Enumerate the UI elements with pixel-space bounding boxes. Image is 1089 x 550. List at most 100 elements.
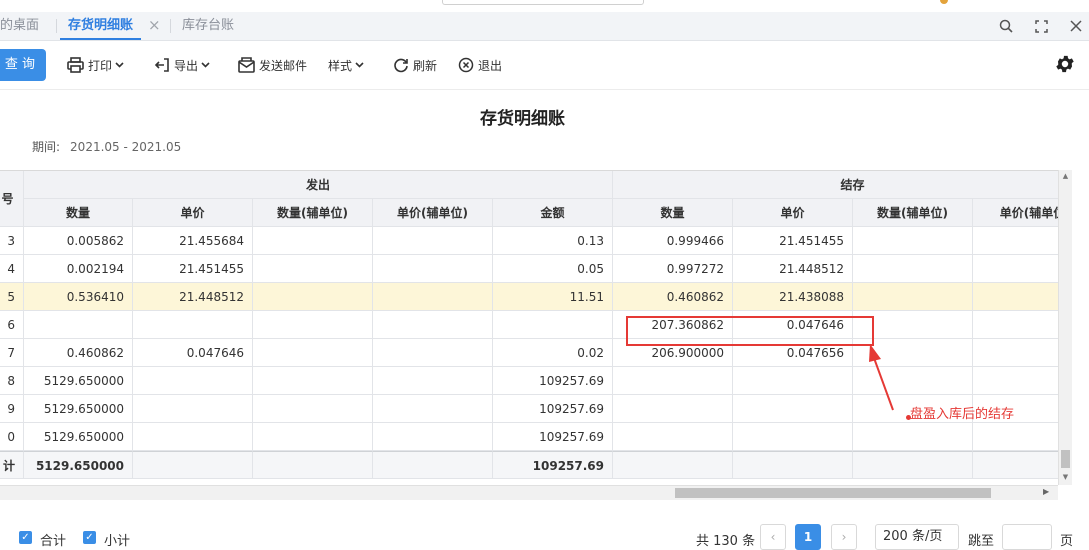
- table-cell[interactable]: [253, 227, 373, 255]
- table-cell[interactable]: [973, 255, 1058, 283]
- table-cell[interactable]: [133, 311, 253, 339]
- refresh-button[interactable]: 刷新: [393, 55, 437, 75]
- table-cell[interactable]: [973, 311, 1058, 339]
- send-mail-button[interactable]: 发送邮件: [238, 55, 307, 75]
- col-header[interactable]: 单价: [733, 199, 853, 227]
- subtotal-checkbox[interactable]: ✓: [83, 531, 96, 544]
- table-cell[interactable]: 21.451455: [733, 227, 853, 255]
- table-cell[interactable]: [253, 395, 373, 423]
- table-cell[interactable]: 0.460862: [24, 339, 133, 367]
- gear-icon[interactable]: [1054, 53, 1076, 75]
- table-cell[interactable]: [973, 339, 1058, 367]
- table-cell[interactable]: [253, 423, 373, 451]
- col-header[interactable]: 数量(辅单位): [853, 199, 973, 227]
- horizontal-scroll-thumb[interactable]: [675, 488, 991, 498]
- export-button[interactable]: 导出: [154, 55, 214, 75]
- exit-button[interactable]: 退出: [458, 55, 502, 75]
- global-search-box[interactable]: [442, 0, 644, 5]
- table-cell[interactable]: 21.448512: [133, 283, 253, 311]
- table-cell[interactable]: [253, 283, 373, 311]
- table-cell[interactable]: 109257.69: [493, 367, 613, 395]
- table-cell[interactable]: 5129.650000: [24, 395, 133, 423]
- table-cell[interactable]: 5129.650000: [24, 367, 133, 395]
- col-header[interactable]: 单价: [133, 199, 253, 227]
- table-cell[interactable]: 11.51: [493, 283, 613, 311]
- table-cell[interactable]: [373, 395, 493, 423]
- table-cell[interactable]: [733, 395, 853, 423]
- close-icon[interactable]: [1064, 14, 1088, 38]
- table-cell[interactable]: [973, 423, 1058, 451]
- table-cell[interactable]: [253, 367, 373, 395]
- next-page-button[interactable]: ›: [831, 524, 857, 550]
- table-cell[interactable]: [973, 283, 1058, 311]
- tab-inventory-detail[interactable]: 存货明细账: [60, 12, 142, 40]
- table-cell[interactable]: [853, 283, 973, 311]
- table-cell[interactable]: 0.005862: [24, 227, 133, 255]
- print-button[interactable]: 打印: [67, 55, 128, 75]
- page-size-select[interactable]: 200 条/页: [875, 524, 959, 550]
- table-cell[interactable]: [373, 423, 493, 451]
- table-cell[interactable]: [613, 395, 733, 423]
- table-cell[interactable]: [373, 227, 493, 255]
- table-cell[interactable]: [253, 255, 373, 283]
- table-cell[interactable]: 0.05: [493, 255, 613, 283]
- table-cell[interactable]: [133, 423, 253, 451]
- table-cell[interactable]: [613, 367, 733, 395]
- table-cell[interactable]: [973, 367, 1058, 395]
- prev-page-button[interactable]: ‹: [760, 524, 786, 550]
- table-cell[interactable]: 0.536410: [24, 283, 133, 311]
- vertical-scrollbar[interactable]: ▲ ▼: [1058, 170, 1072, 485]
- col-header[interactable]: 数量(辅单位): [253, 199, 373, 227]
- table-cell[interactable]: [373, 339, 493, 367]
- search-icon[interactable]: [994, 14, 1018, 38]
- col-header[interactable]: 单价(辅单位): [373, 199, 493, 227]
- page-1-button[interactable]: 1: [795, 524, 821, 550]
- style-button[interactable]: 样式: [328, 55, 368, 75]
- table-cell[interactable]: 21.448512: [733, 255, 853, 283]
- table-cell[interactable]: 5129.650000: [24, 423, 133, 451]
- table-cell[interactable]: [133, 367, 253, 395]
- table-cell[interactable]: 0.047646: [133, 339, 253, 367]
- sum-checkbox[interactable]: ✓: [19, 531, 32, 544]
- fullscreen-icon[interactable]: [1029, 14, 1053, 38]
- table-cell[interactable]: [253, 339, 373, 367]
- vertical-scroll-thumb[interactable]: [1061, 450, 1070, 468]
- scroll-down-arrow-icon[interactable]: ▼: [1061, 473, 1070, 481]
- table-cell[interactable]: [493, 311, 613, 339]
- table-cell[interactable]: 21.438088: [733, 283, 853, 311]
- jump-page-input[interactable]: [1002, 524, 1052, 550]
- scroll-right-arrow-icon[interactable]: ▶: [1043, 487, 1049, 496]
- col-header[interactable]: 金额: [493, 199, 613, 227]
- tab-close-icon[interactable]: ×: [148, 12, 161, 40]
- table-cell[interactable]: [613, 423, 733, 451]
- notification-icon[interactable]: [940, 0, 948, 4]
- horizontal-scrollbar[interactable]: ▶: [0, 485, 1058, 500]
- table-cell[interactable]: [373, 367, 493, 395]
- table-cell[interactable]: 0.997272: [613, 255, 733, 283]
- table-cell[interactable]: [853, 227, 973, 255]
- table-cell[interactable]: [853, 423, 973, 451]
- col-header[interactable]: 数量: [613, 199, 733, 227]
- table-cell[interactable]: [973, 227, 1058, 255]
- table-cell[interactable]: [373, 283, 493, 311]
- table-cell[interactable]: 21.451455: [133, 255, 253, 283]
- table-cell[interactable]: 21.455684: [133, 227, 253, 255]
- table-cell[interactable]: 109257.69: [493, 423, 613, 451]
- table-cell[interactable]: 0.460862: [613, 283, 733, 311]
- table-cell[interactable]: 0.002194: [24, 255, 133, 283]
- table-cell[interactable]: 0.999466: [613, 227, 733, 255]
- col-header[interactable]: 单价(辅单位: [973, 199, 1058, 227]
- col-header[interactable]: 数量: [24, 199, 133, 227]
- table-cell[interactable]: [133, 395, 253, 423]
- table-cell[interactable]: [373, 255, 493, 283]
- scroll-up-arrow-icon[interactable]: ▲: [1061, 172, 1070, 180]
- table-cell[interactable]: 0.13: [493, 227, 613, 255]
- table-cell[interactable]: [24, 311, 133, 339]
- table-cell[interactable]: [853, 255, 973, 283]
- table-cell[interactable]: 109257.69: [493, 395, 613, 423]
- table-cell[interactable]: [733, 423, 853, 451]
- table-cell[interactable]: 0.02: [493, 339, 613, 367]
- tab-desktop[interactable]: 的桌面: [0, 12, 39, 40]
- table-cell[interactable]: [733, 367, 853, 395]
- query-button[interactable]: 查 询: [0, 49, 46, 81]
